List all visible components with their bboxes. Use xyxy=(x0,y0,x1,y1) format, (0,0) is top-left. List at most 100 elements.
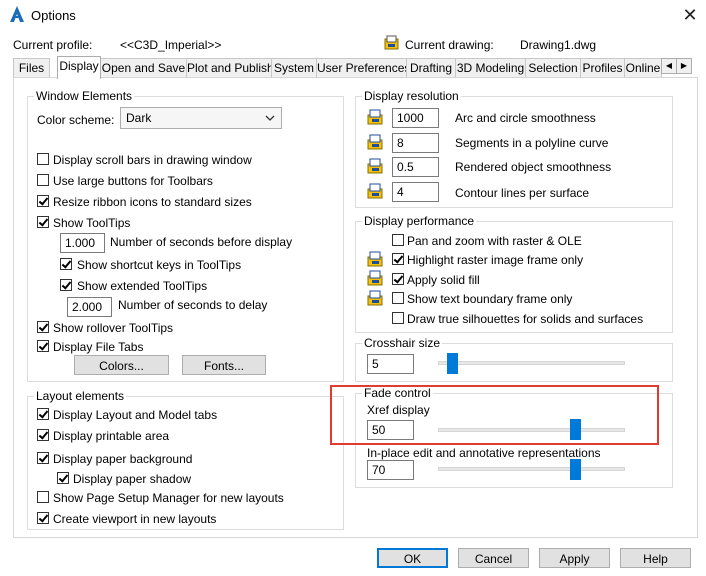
layout-model-tabs-label: Display Layout and Model tabs xyxy=(53,408,218,422)
paper-shadow-checkbox[interactable] xyxy=(57,472,69,484)
large-buttons-checkbox[interactable] xyxy=(37,174,49,186)
page-setup-checkbox[interactable] xyxy=(37,491,49,503)
crosshair-slider-thumb[interactable] xyxy=(447,353,458,374)
shortcut-keys-checkbox[interactable] xyxy=(60,258,72,270)
tab-online[interactable]: Online xyxy=(624,58,662,78)
seconds-delay-label: Number of seconds to delay xyxy=(118,298,268,312)
drawing-saved-icon xyxy=(367,134,383,150)
rollover-tooltips-label: Show rollover ToolTips xyxy=(53,321,174,335)
drawing-saved-icon xyxy=(367,251,383,267)
ok-button[interactable]: OK xyxy=(377,548,448,568)
chevron-down-icon xyxy=(265,115,275,121)
paper-background-label: Display paper background xyxy=(53,452,193,466)
page-setup-label: Show Page Setup Manager for new layouts xyxy=(53,491,284,505)
pan-zoom-label: Pan and zoom with raster & OLE xyxy=(407,234,582,248)
extended-tooltips-checkbox[interactable] xyxy=(60,279,72,291)
rendered-smoothness-label: Rendered object smoothness xyxy=(455,160,612,174)
contour-lines-input[interactable]: 4 xyxy=(392,182,439,202)
extended-tooltips-label: Show extended ToolTips xyxy=(77,279,208,293)
drawing-icon xyxy=(384,35,399,50)
crosshair-size-title: Crosshair size xyxy=(362,336,443,350)
printable-area-label: Display printable area xyxy=(53,429,170,443)
highlight-box xyxy=(330,385,659,445)
highlight-raster-checkbox[interactable] xyxy=(392,253,404,265)
crosshair-slider-track[interactable] xyxy=(438,361,625,365)
polyline-segments-label: Segments in a polyline curve xyxy=(455,136,609,150)
resize-ribbon-checkbox[interactable] xyxy=(37,195,49,207)
tab-3d-modeling[interactable]: 3D Modeling xyxy=(455,58,526,78)
window-elements-title: Window Elements xyxy=(34,89,135,103)
contour-lines-label: Contour lines per surface xyxy=(455,186,590,200)
rollover-tooltips-checkbox[interactable] xyxy=(37,321,49,333)
tab-files[interactable]: Files xyxy=(13,58,50,78)
tab-user-preferences[interactable]: User Preferences xyxy=(316,58,410,78)
crosshair-size-input[interactable]: 5 xyxy=(367,354,414,374)
pan-zoom-checkbox[interactable] xyxy=(392,234,404,246)
window-title: Options xyxy=(31,8,76,23)
inplace-slider-track[interactable] xyxy=(438,467,625,471)
show-tooltips-label: Show ToolTips xyxy=(53,216,131,230)
tab-selection[interactable]: Selection xyxy=(525,58,581,78)
text-boundary-label: Show text boundary frame only xyxy=(407,292,573,306)
tab-profiles[interactable]: Profiles xyxy=(580,58,625,78)
inplace-edit-label: In-place edit and annotative representat… xyxy=(367,446,601,460)
layout-model-tabs-checkbox[interactable] xyxy=(37,408,49,420)
color-scheme-label: Color scheme: xyxy=(37,113,115,127)
silhouettes-label: Draw true silhouettes for solids and sur… xyxy=(407,312,644,326)
printable-area-checkbox[interactable] xyxy=(37,429,49,441)
tab-display[interactable]: Display xyxy=(57,56,101,79)
cancel-button[interactable]: Cancel xyxy=(458,548,529,568)
tab-scroll-left-icon[interactable]: ◀ xyxy=(661,58,677,74)
scroll-bars-label: Display scroll bars in drawing window xyxy=(53,153,252,167)
inplace-slider-thumb[interactable] xyxy=(570,459,581,480)
file-tabs-checkbox[interactable] xyxy=(37,340,49,352)
viewport-checkbox[interactable] xyxy=(37,512,49,524)
current-profile-value: <<C3D_Imperial>> xyxy=(120,38,222,52)
fonts-button[interactable]: Fonts... xyxy=(182,355,266,375)
color-scheme-value: Dark xyxy=(126,111,152,125)
current-profile-label: Current profile: xyxy=(13,38,93,52)
layout-elements-title: Layout elements xyxy=(34,389,127,403)
scroll-bars-checkbox[interactable] xyxy=(37,153,49,165)
tab-system[interactable]: System xyxy=(271,58,317,78)
display-performance-title: Display performance xyxy=(362,214,477,228)
current-drawing-value: Drawing1.dwg xyxy=(520,38,597,52)
drawing-saved-icon xyxy=(367,109,383,125)
arc-smoothness-input[interactable]: 1000 xyxy=(392,108,439,128)
solid-fill-checkbox[interactable] xyxy=(392,273,404,285)
current-drawing-label: Current drawing: xyxy=(405,38,494,52)
text-boundary-checkbox[interactable] xyxy=(392,292,404,304)
apply-button[interactable]: Apply xyxy=(539,548,610,568)
drawing-saved-icon xyxy=(367,183,383,199)
inplace-edit-input[interactable]: 70 xyxy=(367,460,414,480)
drawing-saved-icon xyxy=(367,270,383,286)
autocad-logo-icon xyxy=(10,6,24,22)
paper-background-checkbox[interactable] xyxy=(37,452,49,464)
tab-drafting[interactable]: Drafting xyxy=(406,58,456,78)
arc-smoothness-label: Arc and circle smoothness xyxy=(455,111,596,125)
tab-scroll: ◀ ▶ xyxy=(661,58,692,74)
large-buttons-label: Use large buttons for Toolbars xyxy=(53,174,213,188)
show-tooltips-checkbox[interactable] xyxy=(37,216,49,228)
resize-ribbon-label: Resize ribbon icons to standard sizes xyxy=(53,195,252,209)
rendered-smoothness-input[interactable]: 0.5 xyxy=(392,157,439,177)
drawing-saved-icon xyxy=(367,158,383,174)
paper-shadow-label: Display paper shadow xyxy=(73,472,192,486)
help-button[interactable]: Help xyxy=(620,548,691,568)
polyline-segments-input[interactable]: 8 xyxy=(392,133,439,153)
display-resolution-title: Display resolution xyxy=(362,89,461,103)
tab-scroll-right-icon[interactable]: ▶ xyxy=(676,58,692,74)
solid-fill-label: Apply solid fill xyxy=(407,273,480,287)
viewport-label: Create viewport in new layouts xyxy=(53,512,217,526)
seconds-before-display-input[interactable]: 1.000 xyxy=(60,233,105,253)
file-tabs-label: Display File Tabs xyxy=(53,340,144,354)
close-icon[interactable]: ✕ xyxy=(680,5,700,25)
color-scheme-select[interactable]: Dark xyxy=(120,107,282,129)
silhouettes-checkbox[interactable] xyxy=(392,312,404,324)
seconds-delay-input[interactable]: 2.000 xyxy=(67,297,112,317)
colors-button[interactable]: Colors... xyxy=(74,355,169,375)
shortcut-keys-label: Show shortcut keys in ToolTips xyxy=(77,258,242,272)
highlight-raster-label: Highlight raster image frame only xyxy=(407,253,584,267)
tab-plot-and-publish[interactable]: Plot and Publish xyxy=(186,58,274,78)
tab-open-and-save[interactable]: Open and Save xyxy=(100,58,187,78)
